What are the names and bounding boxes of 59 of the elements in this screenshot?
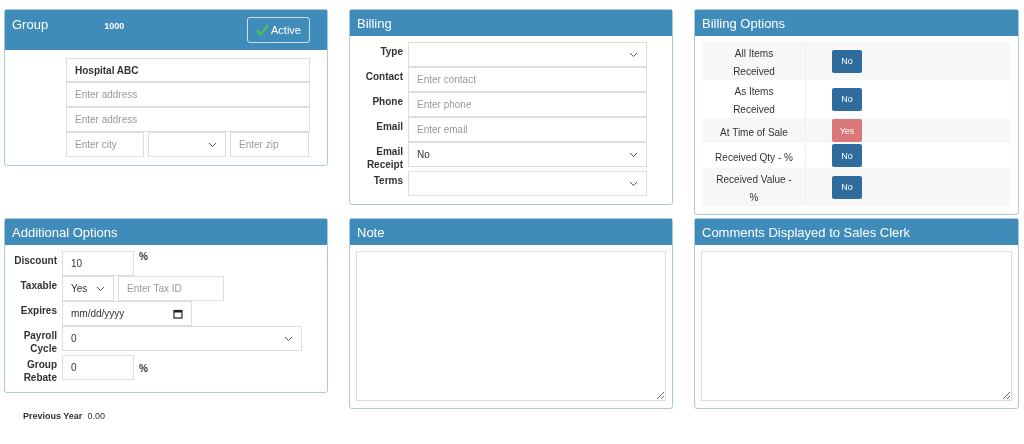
option-label: Received Value - % <box>716 174 792 203</box>
tax-id-field[interactable]: Enter Tax ID <box>118 276 224 301</box>
select-field[interactable]: Yes <box>62 276 114 301</box>
field-label: Taxable <box>19 279 57 292</box>
comments-textarea[interactable] <box>701 251 1012 401</box>
option-label: At Time of Sale <box>720 126 788 138</box>
input-field[interactable]: 10 <box>62 251 134 276</box>
chevron-down-icon <box>629 51 638 58</box>
input-field[interactable]: 0 <box>62 355 134 380</box>
chevron-down-icon <box>208 141 217 148</box>
previous-year-label: Previous Year <box>23 411 83 421</box>
select-field[interactable]: No <box>408 142 647 167</box>
city-field[interactable]: Enter city <box>66 132 144 157</box>
input-field[interactable]: Enter phone <box>408 92 647 117</box>
option-label: All Items Received <box>733 48 775 77</box>
chevron-down-icon <box>96 285 105 292</box>
field-label: Contact <box>364 70 403 83</box>
select-field[interactable] <box>408 171 647 196</box>
percent-sign: % <box>139 362 148 374</box>
panel-title: Group <box>12 16 49 32</box>
calendar-icon <box>173 308 183 319</box>
field-label: Terms <box>372 174 403 187</box>
field-label: Email <box>375 120 403 133</box>
toggle-button[interactable]: No <box>832 144 862 167</box>
field-label: Type <box>379 45 403 58</box>
select-field[interactable] <box>408 42 647 67</box>
note-textarea[interactable] <box>356 251 666 401</box>
previous-year-value: 0.00 <box>87 411 105 421</box>
option-label: As Items Received <box>733 86 775 115</box>
address-field[interactable]: Enter address <box>66 82 310 107</box>
toggle-button[interactable]: No <box>832 175 862 199</box>
panel-title: Comments Displayed to Sales Clerk <box>702 224 911 240</box>
panel-title: Note <box>357 224 385 240</box>
percent-sign: % <box>139 251 148 262</box>
address-field[interactable]: Enter address <box>66 107 310 132</box>
active-button[interactable]: Active <box>247 17 310 43</box>
state-select[interactable] <box>148 132 226 157</box>
panel-title: Billing Options <box>702 15 786 31</box>
input-field[interactable]: Enter contact <box>408 67 647 92</box>
chevron-down-icon <box>629 180 638 187</box>
date-field[interactable]: mm/dd/yyyy <box>62 301 192 326</box>
field-label: Discount <box>13 254 57 267</box>
select-field[interactable]: 0 <box>62 326 302 351</box>
field-label: Email Receipt <box>365 145 403 171</box>
field-label: Payroll Cycle <box>22 329 57 355</box>
zip-field[interactable]: Enter zip <box>230 132 309 157</box>
toggle-button[interactable]: No <box>832 87 862 111</box>
chevron-down-icon <box>629 151 638 158</box>
input-field[interactable]: Enter email <box>408 117 647 142</box>
field-label: Phone <box>371 95 403 108</box>
option-label: Received Qty - % <box>715 151 793 163</box>
chevron-down-icon <box>284 335 293 342</box>
panel-title: Additional Options <box>12 224 118 240</box>
group-name-field[interactable]: Hospital ABC <box>66 58 310 82</box>
toggle-button[interactable]: No <box>832 49 862 73</box>
panel-title: Billing <box>357 15 392 31</box>
field-label: Group Rebate <box>22 358 57 384</box>
group-number: 1000 <box>104 21 125 31</box>
field-label: Expires <box>19 304 57 317</box>
